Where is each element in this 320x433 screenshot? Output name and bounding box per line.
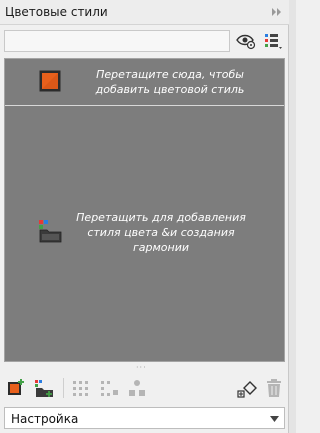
view-options-icon[interactable] [263, 32, 283, 50]
color-styles-canvas[interactable]: Перетащите сюда, чтобы добавить цветовой… [4, 58, 285, 362]
convert-style-icon[interactable] [236, 378, 258, 398]
panel-title-bar: Цветовые стили [0, 0, 289, 25]
harmony-drop-hint: Перетащить для добавления стиля цвета &и… [76, 211, 246, 254]
divider [5, 105, 284, 106]
bottom-toolbar [0, 374, 289, 402]
delete-icon[interactable] [263, 378, 285, 398]
resize-grip[interactable]: ··· [136, 364, 156, 372]
color-styles-docker: Цветовые стили Перетащите сюда, чтобы до… [0, 0, 289, 433]
new-color-style-icon[interactable] [6, 378, 28, 398]
apply-grid-icon[interactable] [70, 378, 92, 398]
new-harmony-icon[interactable] [33, 378, 55, 398]
adjacent-panel-edge [289, 0, 296, 433]
panel-title: Цветовые стили [5, 5, 108, 19]
link-objects-icon[interactable] [126, 378, 148, 398]
preset-selected-value: Настройка [11, 412, 79, 426]
color-swatch-icon [39, 70, 61, 92]
collapse-icon[interactable] [271, 7, 283, 17]
eye-settings-icon[interactable] [236, 32, 256, 50]
harmony-grid-icon[interactable] [98, 378, 120, 398]
toolbar-separator [63, 378, 64, 398]
preset-dropdown[interactable]: Настройка [4, 407, 285, 429]
color-style-drop-zone[interactable]: Перетащите сюда, чтобы добавить цветовой… [5, 59, 284, 105]
drop-zone-hint: Перетащите сюда, чтобы добавить цветовой… [95, 68, 245, 96]
chevron-down-icon [270, 416, 279, 422]
folder-harmony-icon [39, 220, 62, 243]
search-input[interactable] [4, 30, 230, 52]
